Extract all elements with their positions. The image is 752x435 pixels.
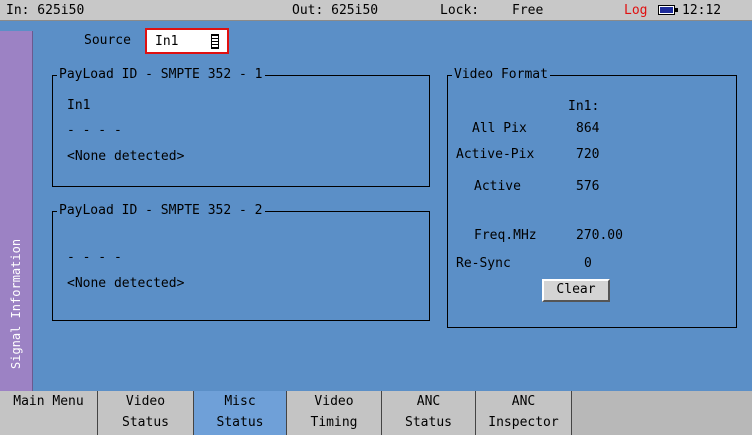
status-bar: In: 625i50 Out: 625i50 Lock: Free Log 12… (0, 0, 752, 21)
tab-anc-inspector-label-2: Inspector (488, 415, 559, 430)
tab-anc-inspector-label: ANC (511, 394, 536, 409)
tab-video-timing[interactable]: Video Timing (287, 391, 382, 435)
input-format: In: 625i50 (6, 3, 85, 18)
all-pix-label: All Pix (472, 121, 527, 136)
tab-empty-slot (572, 391, 752, 435)
side-tab-label: Signal Information (9, 238, 23, 369)
tab-video-status[interactable]: Video Status (98, 391, 194, 435)
payload-1-code: - - - - (67, 123, 122, 138)
tab-main-menu[interactable]: Main Menu (0, 391, 98, 435)
tab-main-menu-label: Main Menu (13, 394, 84, 409)
tab-misc-status[interactable]: Misc Status (194, 391, 287, 435)
source-select[interactable]: In1 (145, 28, 229, 54)
video-format-title: Video Format (452, 67, 550, 82)
active-pix-value: 720 (576, 147, 600, 162)
video-format-column: In1: (568, 99, 600, 114)
signal-information-panel: Signal Information Source In1 PayLoad ID… (0, 21, 752, 391)
tab-anc-status-label-2: Status (405, 415, 452, 430)
tab-anc-inspector[interactable]: ANC Inspector (476, 391, 572, 435)
payload-id-2-title: PayLoad ID - SMPTE 352 - 2 (57, 203, 265, 218)
active-label: Active (474, 179, 521, 194)
payload-2-status: <None detected> (67, 276, 185, 291)
resync-label: Re-Sync (456, 256, 511, 271)
tab-anc-status-label: ANC (416, 394, 441, 409)
payload-id-group-1: PayLoad ID - SMPTE 352 - 1 In1 - - - - <… (52, 67, 430, 187)
clear-button[interactable]: Clear (542, 279, 610, 302)
tab-video-status-label-2: Status (122, 415, 169, 430)
tab-video-timing-label-2: Timing (310, 415, 358, 430)
bottom-tab-bar: Main Menu Video Status Misc Status Video… (0, 391, 752, 435)
payload-1-status: <None detected> (67, 149, 185, 164)
battery-icon (658, 5, 678, 15)
source-label: Source (84, 33, 131, 48)
payload-id-group-2: PayLoad ID - SMPTE 352 - 2 - - - - <None… (52, 203, 430, 321)
tab-anc-status[interactable]: ANC Status (382, 391, 476, 435)
lock-value: Free (512, 3, 544, 18)
freq-value: 270.00 (576, 228, 623, 243)
clock: 12:12 (682, 3, 722, 18)
tab-misc-status-label: Misc (224, 394, 256, 409)
freq-label: Freq.MHz (474, 228, 537, 243)
resync-value: 0 (584, 256, 592, 271)
all-pix-value: 864 (576, 121, 600, 136)
scroll-icon (211, 34, 219, 49)
active-pix-label: Active-Pix (456, 147, 535, 162)
tab-video-status-label: Video (125, 394, 166, 409)
tab-video-timing-label: Video (314, 394, 354, 409)
active-value: 576 (576, 179, 600, 194)
output-format: Out: 625i50 (292, 3, 379, 18)
payload-id-1-title: PayLoad ID - SMPTE 352 - 1 (57, 67, 265, 82)
source-value: In1 (155, 34, 179, 49)
side-tab-signal-information[interactable]: Signal Information (0, 31, 33, 391)
payload-1-input: In1 (67, 98, 91, 113)
lock-label: Lock: (440, 3, 480, 18)
log-indicator: Log (624, 3, 648, 18)
tab-misc-status-label-2: Status (216, 415, 264, 430)
payload-2-code: - - - - (67, 250, 122, 265)
